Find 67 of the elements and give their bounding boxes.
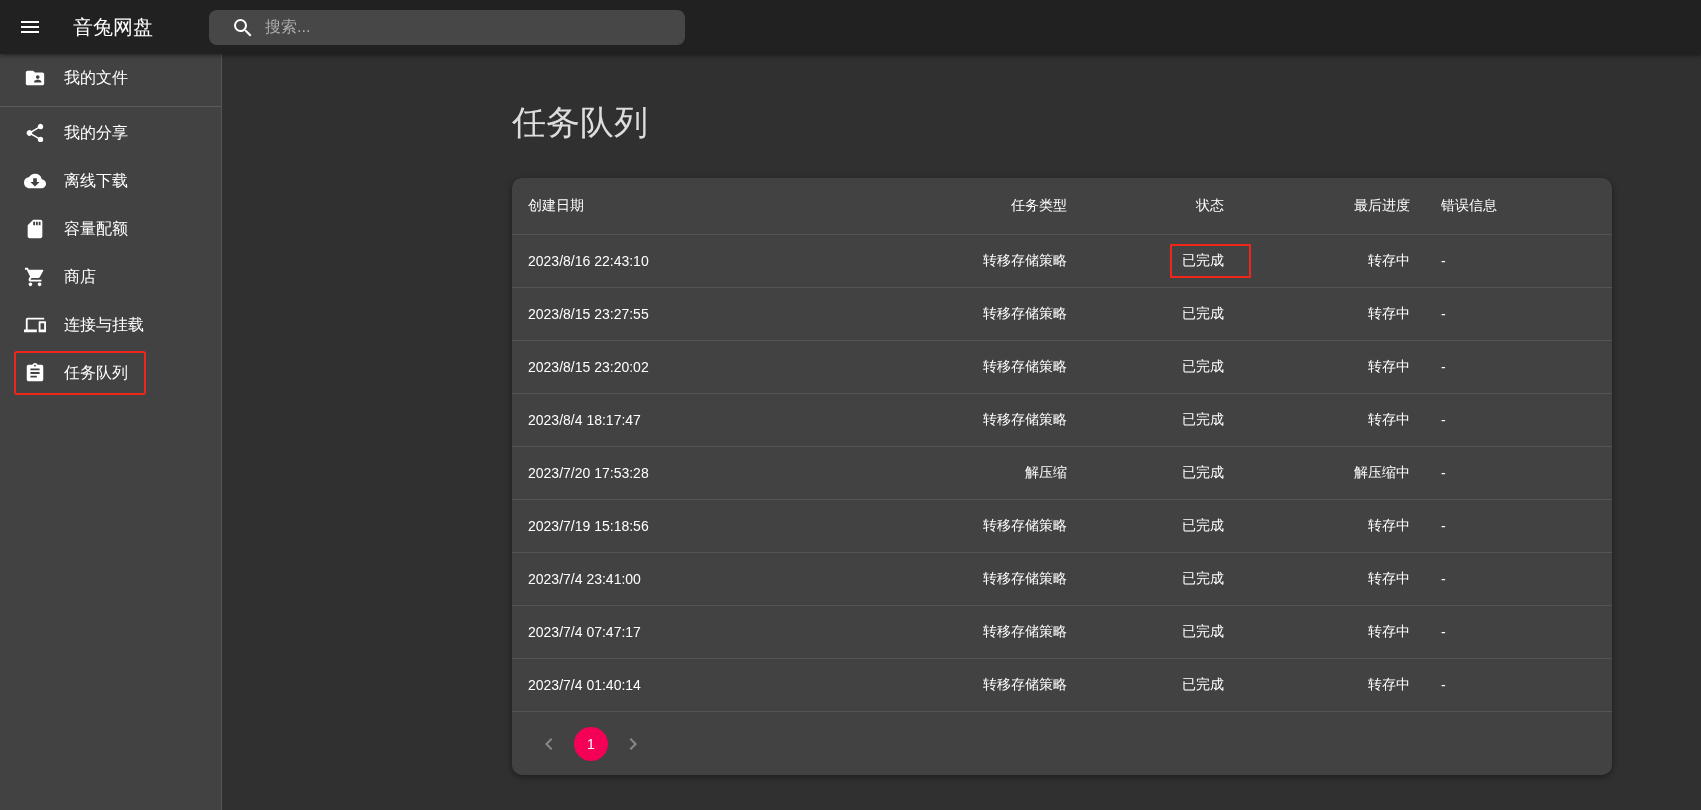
table-cell: - — [1441, 677, 1446, 693]
table-cell: - — [1441, 624, 1446, 640]
table-cell-text: 已完成 — [1181, 675, 1225, 694]
table-cell-text: 已完成 — [1181, 304, 1225, 323]
search-field[interactable]: 搜索... — [209, 9, 685, 45]
table-cell-text: 已完成 — [1181, 410, 1225, 429]
share-icon — [24, 122, 46, 144]
table-cell: 转存中 — [1368, 570, 1410, 588]
table-cell: - — [1441, 571, 1446, 587]
sidebar-item[interactable]: 连接与挂载 — [14, 303, 162, 347]
sidebar-item[interactable]: 我的分享 — [14, 111, 146, 155]
sidebar-item[interactable]: 任务队列 — [14, 351, 146, 395]
table-cell: - — [1441, 412, 1446, 428]
column-header: 创建日期 — [512, 178, 892, 235]
table-cell: 转移存储策略 — [983, 570, 1067, 588]
app-title: 音兔网盘 — [73, 14, 153, 40]
table-cell: 转存中 — [1368, 623, 1410, 641]
table-cell: 2023/8/15 23:27:55 — [528, 306, 649, 322]
table-cell-text: 已完成 — [1181, 622, 1225, 641]
table-cell: 转存中 — [1368, 517, 1410, 535]
search-icon — [234, 18, 252, 37]
column-header: 最后进度 — [1240, 178, 1426, 235]
table-cell-text: 已完成 — [1181, 463, 1225, 482]
table-cell-text: 已完成 — [1181, 516, 1225, 535]
column-header: 状态 — [1083, 178, 1240, 235]
clipboard-icon — [24, 362, 46, 384]
table-cell: 2023/7/4 07:47:17 — [528, 624, 641, 640]
table-cell: 转移存储策略 — [983, 411, 1067, 429]
table-cell: 转存中 — [1368, 252, 1410, 270]
table-cell-text: 已完成 — [1181, 569, 1225, 588]
table-cell: 转移存储策略 — [983, 358, 1067, 376]
sidebar-item[interactable]: 商店 — [14, 255, 114, 299]
table-cell: 2023/7/4 01:40:14 — [528, 677, 641, 693]
table-cell: 解压缩 — [1025, 464, 1067, 482]
table-cell: - — [1441, 465, 1446, 481]
table-cell: 转移存储策略 — [983, 252, 1067, 270]
table-cell: 解压缩中 — [1354, 464, 1410, 482]
table-cell: 2023/7/20 17:53:28 — [528, 465, 649, 481]
column-header: 错误信息 — [1426, 178, 1612, 235]
column-header: 任务类型 — [892, 178, 1083, 235]
table-cell: - — [1441, 253, 1446, 269]
table-cell: 转移存储策略 — [983, 623, 1067, 641]
sidebar-item[interactable]: 我的文件 — [14, 56, 146, 100]
sidebar-item[interactable]: 容量配额 — [14, 207, 146, 251]
chevron-right-icon — [629, 737, 637, 750]
page-title: 任务队列 — [512, 102, 649, 143]
table-cell: 2023/8/16 22:43:10 — [528, 253, 649, 269]
table-cell: 2023/8/15 23:20:02 — [528, 359, 649, 375]
table-cell: - — [1441, 518, 1446, 534]
table-cell: - — [1441, 359, 1446, 375]
table-cell: 2023/7/19 15:18:56 — [528, 518, 649, 534]
chevron-left-icon — [545, 737, 553, 750]
table-cell-text: 已完成 — [1181, 357, 1225, 376]
page-button[interactable]: 1 — [574, 726, 608, 761]
table-cell: 已完成 — [1170, 244, 1251, 278]
table-cell: 转存中 — [1368, 411, 1410, 429]
table-cell: 转存中 — [1368, 358, 1410, 376]
table-cell: 转移存储策略 — [983, 305, 1067, 323]
sidebar-item[interactable]: 离线下载 — [14, 159, 146, 203]
table-cell: 转移存储策略 — [983, 517, 1067, 535]
cart-icon — [24, 266, 46, 288]
table-cell: 转存中 — [1368, 676, 1410, 694]
table-cell: 2023/8/4 18:17:47 — [528, 412, 641, 428]
table-cell: 转移存储策略 — [983, 676, 1067, 694]
table-cell: 转存中 — [1368, 305, 1410, 323]
table-cell: - — [1441, 306, 1446, 322]
table-cell: 2023/7/4 23:41:00 — [528, 571, 641, 587]
